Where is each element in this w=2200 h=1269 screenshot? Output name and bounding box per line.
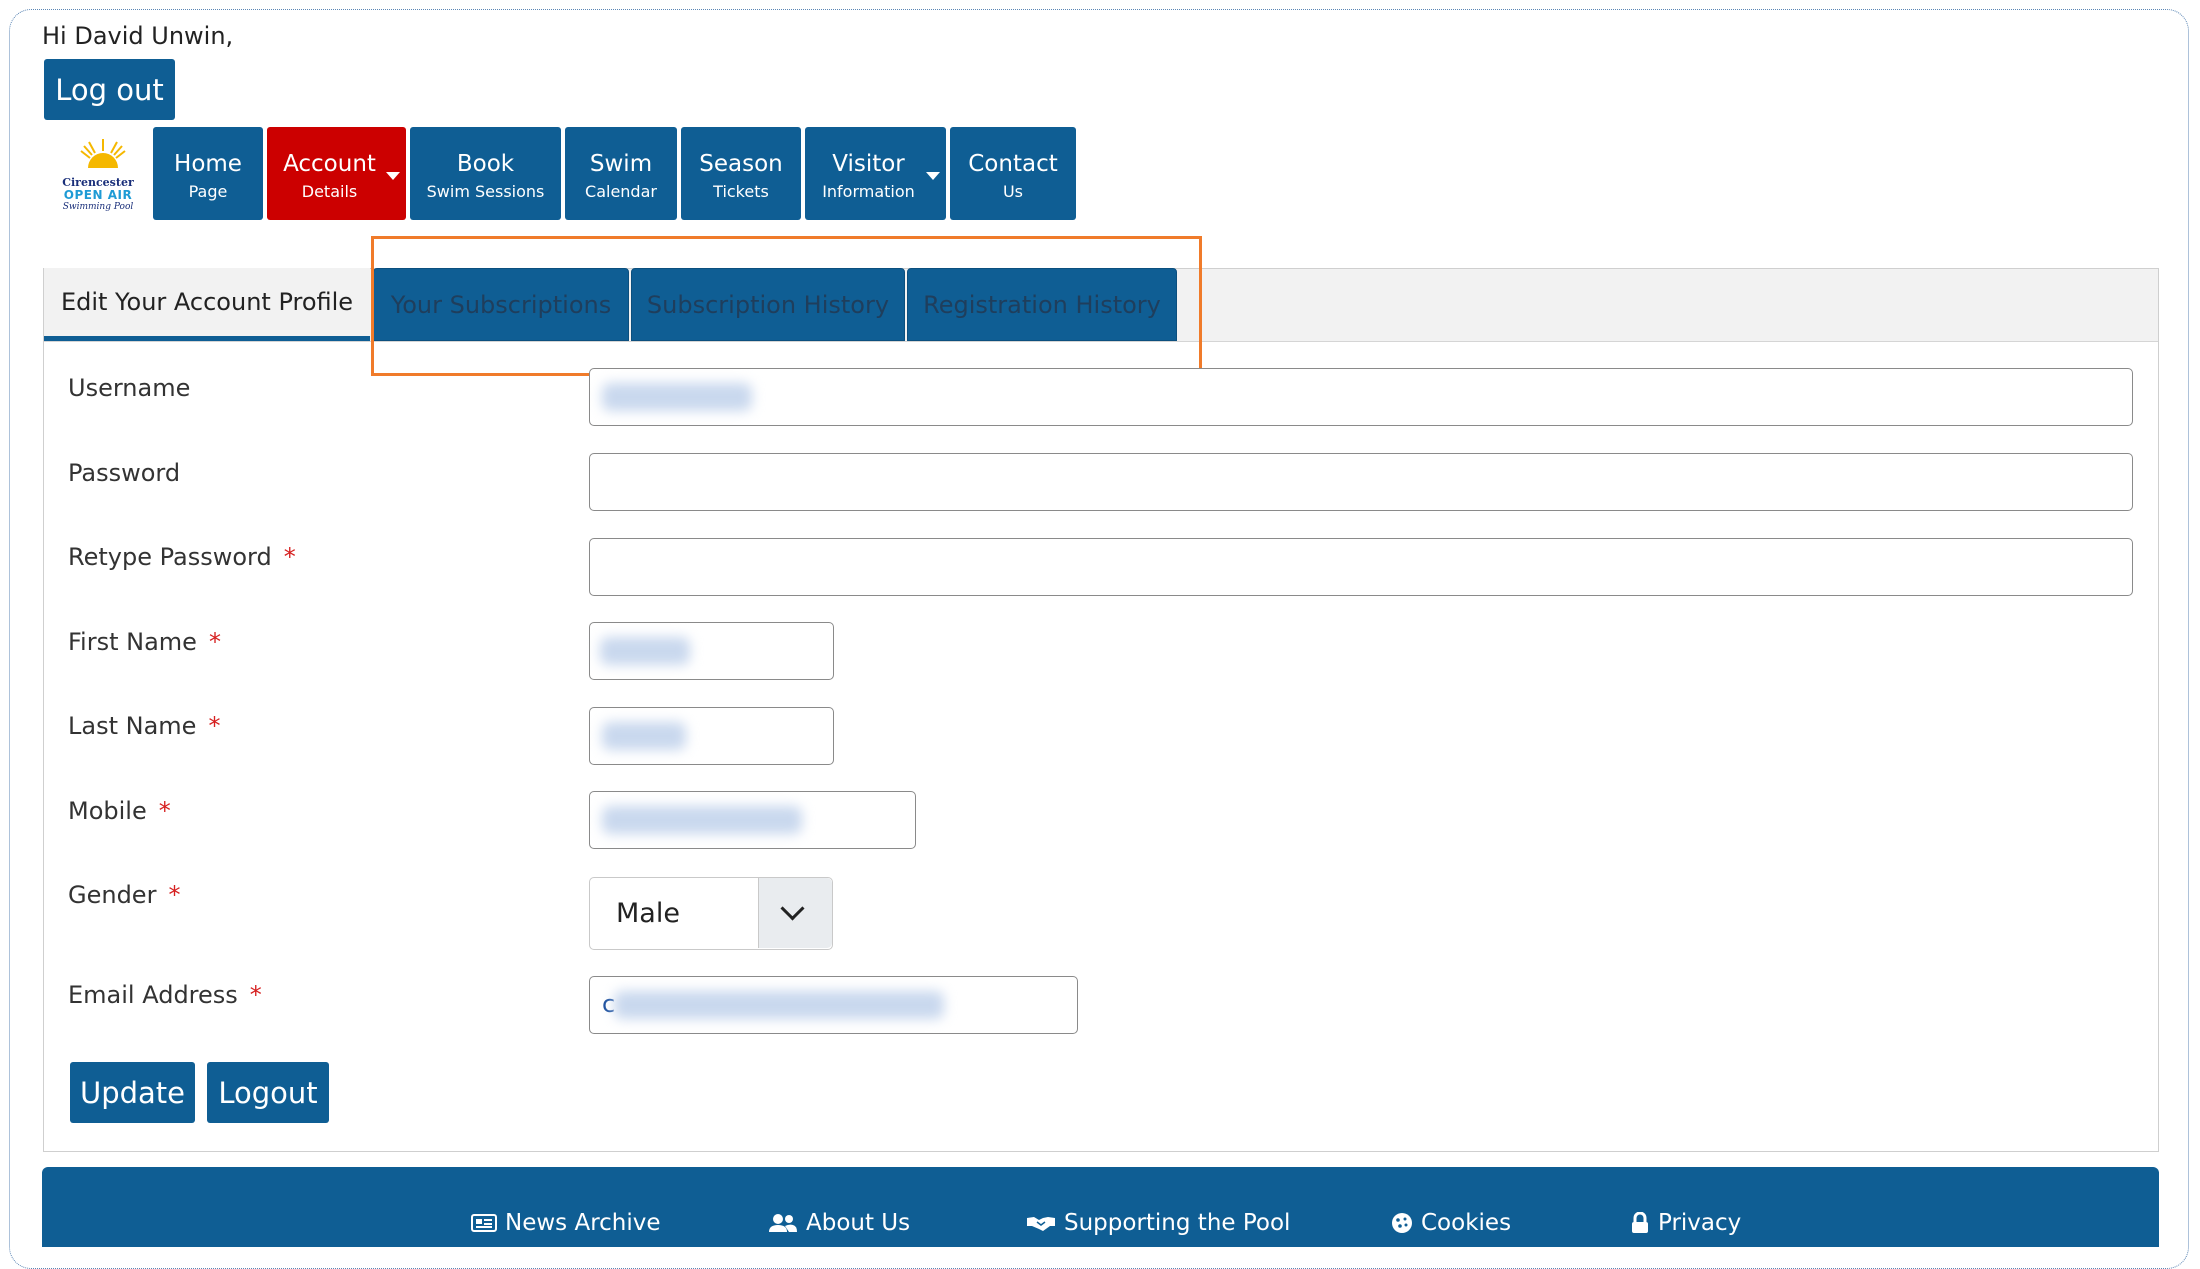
mobile-input[interactable] xyxy=(589,791,916,849)
nav-swim[interactable]: Swim Calendar xyxy=(565,127,677,220)
nav-book[interactable]: Book Swim Sessions xyxy=(410,127,561,220)
footer-link-label: Supporting the Pool xyxy=(1064,1210,1291,1236)
update-button[interactable]: Update xyxy=(70,1062,195,1123)
last-name-label: Last Name * xyxy=(68,712,221,740)
caret-down-icon xyxy=(926,172,940,180)
nav-home-label: Home xyxy=(174,151,242,177)
greeting-text: Hi David Unwin, xyxy=(42,22,234,50)
last-name-input[interactable] xyxy=(589,707,834,765)
handshake-icon xyxy=(1027,1217,1055,1231)
footer-link-label: Privacy xyxy=(1658,1210,1742,1236)
nav-swim-sublabel: Calendar xyxy=(585,182,657,201)
nav-contact-sublabel: Us xyxy=(1002,182,1024,201)
tab-edit-profile[interactable]: Edit Your Account Profile xyxy=(44,268,370,341)
nav-visitor[interactable]: Visitor Information xyxy=(805,127,946,220)
nav-book-label: Book xyxy=(456,151,515,177)
nav-account[interactable]: Account Details xyxy=(267,127,406,220)
first-name-label: First Name * xyxy=(68,628,221,656)
footer-link-privacy[interactable]: Privacy xyxy=(1630,1210,1741,1236)
lock-icon xyxy=(1632,1212,1648,1233)
footer-link-cookies[interactable]: Cookies xyxy=(1391,1210,1511,1236)
password-label: Password xyxy=(68,459,181,487)
footer-link-about-us[interactable]: About Us xyxy=(768,1210,910,1236)
cookie-icon xyxy=(1392,1213,1412,1233)
nav-season[interactable]: Season Tickets xyxy=(681,127,801,220)
required-marker: * xyxy=(158,797,171,825)
nav-contact[interactable]: Contact Us xyxy=(950,127,1076,220)
nav-season-label: Season xyxy=(699,151,783,177)
chevron-down-icon xyxy=(780,896,805,921)
site-logo[interactable]: Cirencester OPEN AIR Swimming Pool xyxy=(58,134,138,216)
redacted-value xyxy=(602,722,686,750)
required-marker: * xyxy=(208,628,221,656)
nav-home-sublabel: Page xyxy=(188,182,228,201)
nav-account-sublabel: Details xyxy=(301,182,358,201)
nav-contact-label: Contact xyxy=(968,151,1058,177)
redacted-value xyxy=(602,806,802,834)
email-input[interactable]: c xyxy=(589,976,1078,1034)
nav-visitor-sublabel: Information xyxy=(822,182,915,201)
redacted-value xyxy=(602,383,752,411)
highlight-box xyxy=(371,236,1202,376)
email-label: Email Address * xyxy=(68,981,262,1009)
required-marker: * xyxy=(208,712,221,740)
footer-link-supporting-the-pool[interactable]: Supporting the Pool xyxy=(1026,1210,1290,1236)
nav-book-sublabel: Swim Sessions xyxy=(426,182,545,201)
footer-link-label: Cookies xyxy=(1421,1210,1512,1236)
nav-home[interactable]: Home Page xyxy=(153,127,263,220)
newspaper-icon xyxy=(471,1214,497,1232)
username-input[interactable] xyxy=(589,368,2133,426)
required-marker: * xyxy=(168,881,181,909)
redacted-value xyxy=(614,991,944,1019)
nav-account-label: Account xyxy=(283,151,376,177)
retype-password-input[interactable] xyxy=(589,538,2133,596)
required-marker: * xyxy=(283,543,296,571)
footer-link-label: About Us xyxy=(806,1210,911,1236)
logo-text-line3: Swimming Pool xyxy=(62,202,134,212)
first-name-input[interactable] xyxy=(589,622,834,680)
mobile-label: Mobile * xyxy=(68,797,171,825)
gender-label: Gender * xyxy=(68,881,181,909)
caret-down-icon xyxy=(386,172,400,180)
username-label: Username xyxy=(68,374,191,402)
footer-link-news-archive[interactable]: News Archive xyxy=(471,1210,661,1236)
gender-select[interactable]: Male xyxy=(589,877,833,950)
sun-logo-icon xyxy=(80,139,126,168)
gender-dropdown-toggle[interactable] xyxy=(758,878,832,948)
nav-swim-label: Swim xyxy=(589,151,653,177)
nav-season-sublabel: Tickets xyxy=(713,182,769,201)
logout-form-button[interactable]: Logout xyxy=(207,1062,329,1123)
required-marker: * xyxy=(249,981,262,1009)
logout-button[interactable]: Log out xyxy=(44,59,175,120)
nav-visitor-label: Visitor xyxy=(832,151,905,177)
password-input[interactable] xyxy=(589,453,2133,511)
redacted-value xyxy=(600,637,690,665)
gender-selected-value: Male xyxy=(616,898,680,929)
users-icon xyxy=(769,1214,797,1232)
retype-password-label: Retype Password * xyxy=(68,543,296,571)
footer-link-label: News Archive xyxy=(505,1210,661,1236)
logo-text-line2: OPEN AIR xyxy=(63,188,133,202)
